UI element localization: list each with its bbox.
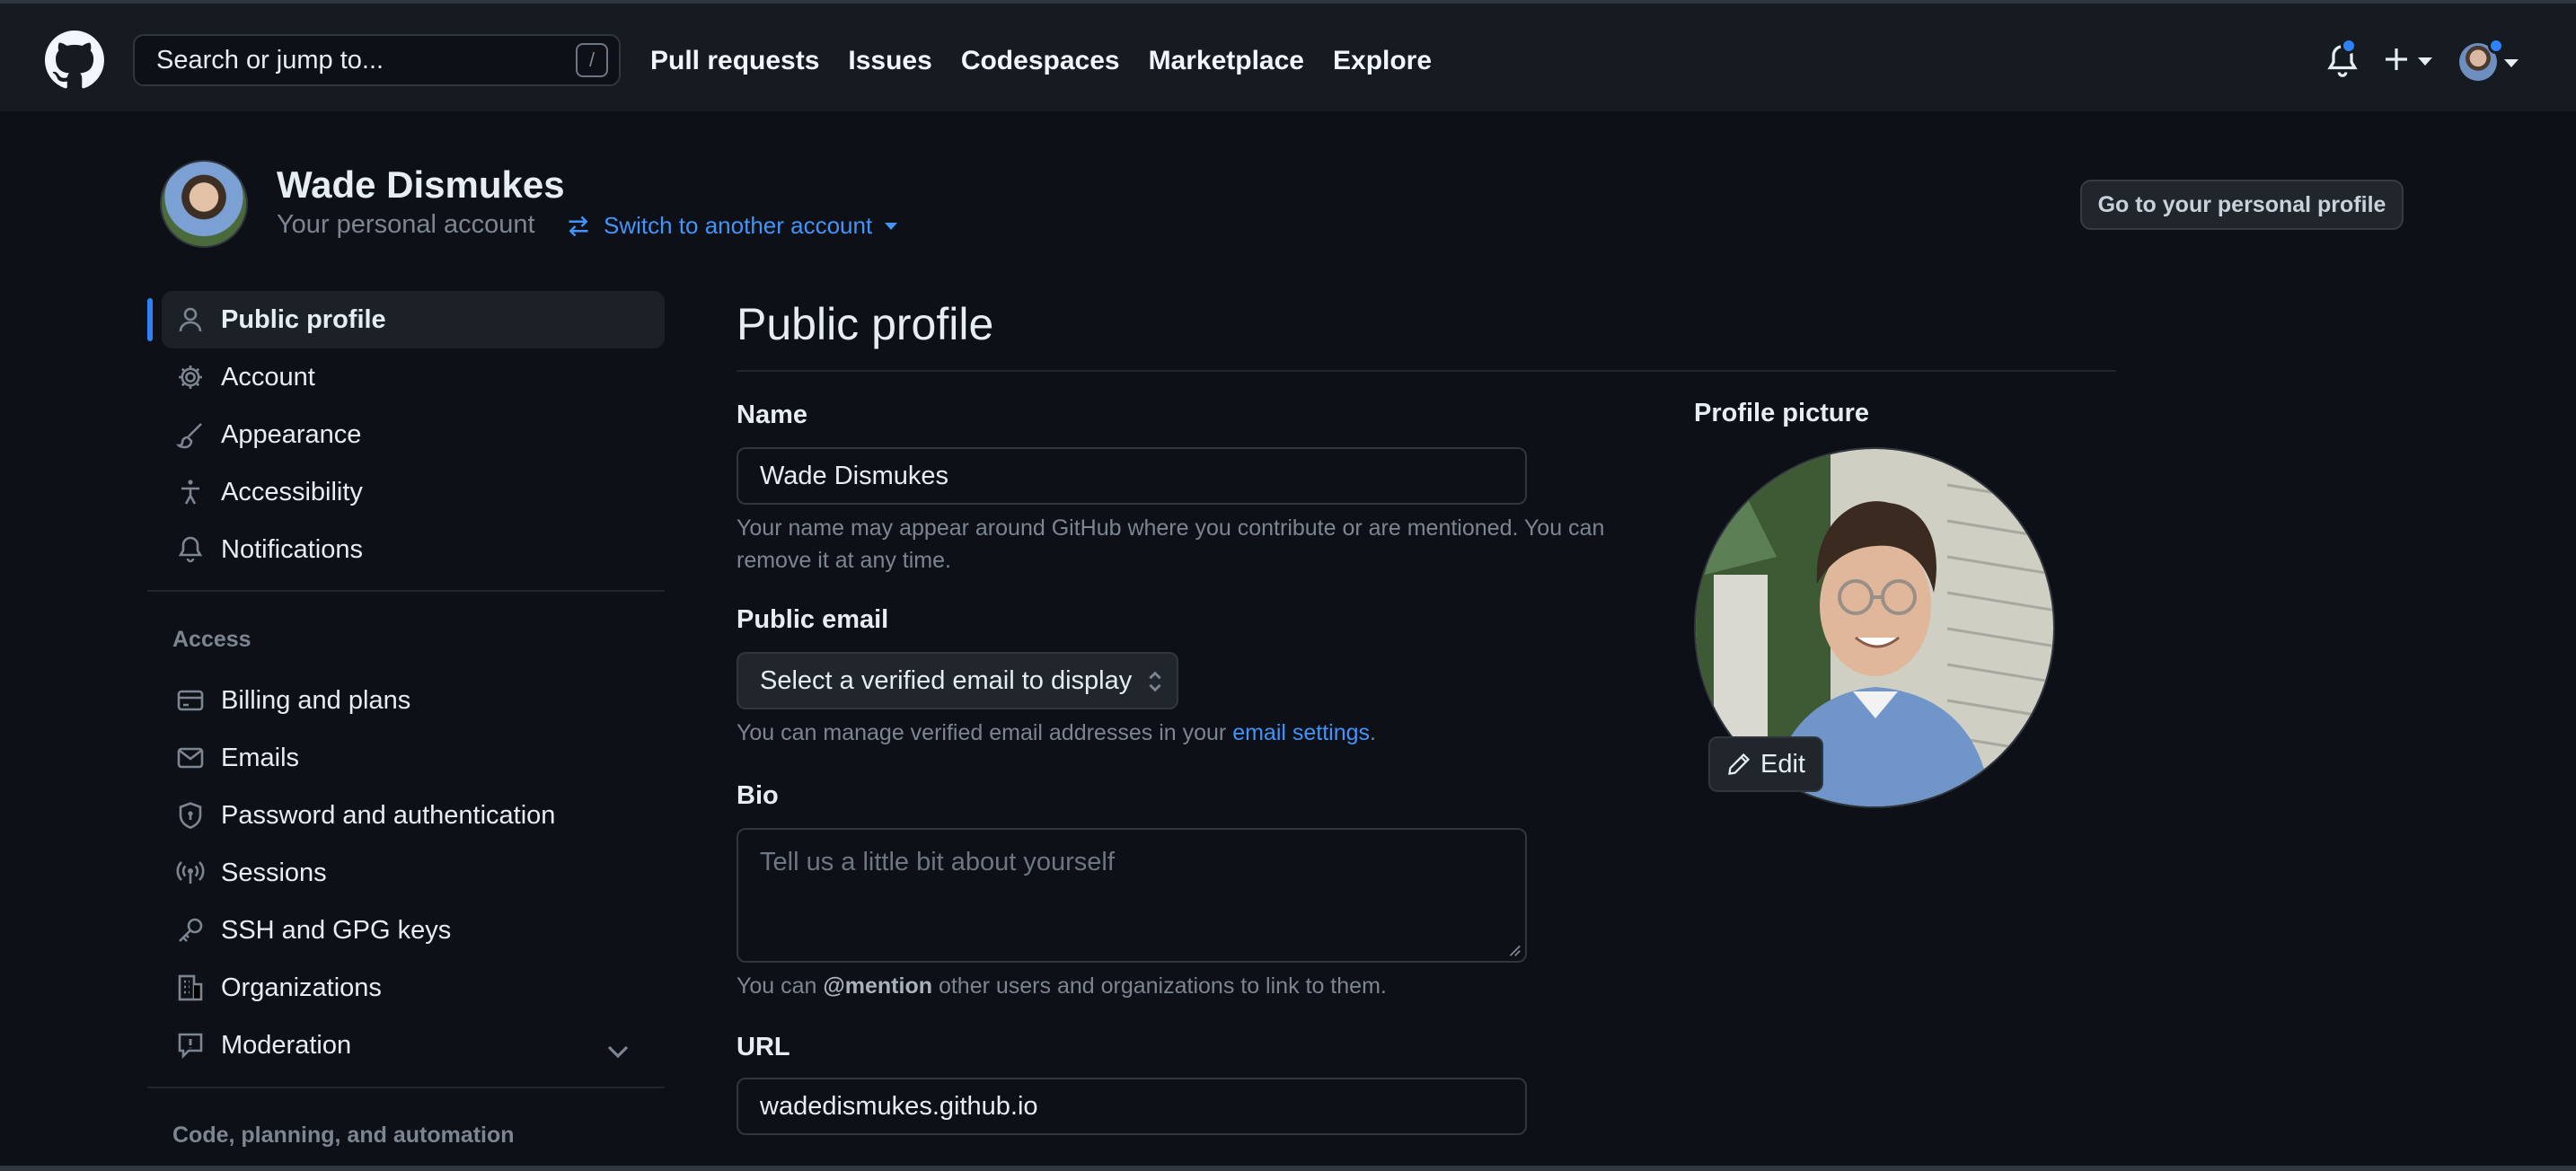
- sidebar-item-label: Billing and plans: [221, 685, 411, 715]
- user-menu[interactable]: [2459, 38, 2519, 83]
- key-icon: [179, 918, 203, 942]
- sidebar-item-label: Public profile: [221, 304, 386, 334]
- credit-card-icon: [177, 690, 204, 711]
- sidebar-item-label: Sessions: [221, 858, 327, 887]
- title-divider: [737, 370, 2116, 372]
- sidebar-item-label: Account: [221, 362, 315, 392]
- go-to-profile-button[interactable]: Go to your personal profile: [2080, 180, 2404, 230]
- account-avatar: [160, 160, 248, 248]
- sidebar-item-label: Notifications: [221, 534, 363, 564]
- search-input[interactable]: Search or jump to... /: [133, 34, 621, 86]
- sidebar-item-appearance[interactable]: Appearance: [162, 406, 665, 463]
- sidebar-item-moderation[interactable]: Moderation: [162, 1017, 665, 1074]
- chevron-down-icon: [2418, 57, 2432, 66]
- unread-indicator: [2341, 38, 2357, 54]
- bio-placeholder: Tell us a little bit about yourself: [760, 848, 1115, 876]
- global-header: Search or jump to... / Pull requests Iss…: [0, 0, 2576, 111]
- public-email-selected: Select a verified email to display: [760, 666, 1133, 695]
- sidebar-item-organizations[interactable]: Organizations: [162, 959, 665, 1017]
- sidebar-item-billing[interactable]: Billing and plans: [162, 672, 665, 729]
- sidebar-item-label: SSH and GPG keys: [221, 915, 452, 945]
- window-bottom-edge: [0, 1166, 2576, 1171]
- bio-note-mention: @mention: [823, 973, 932, 999]
- paintbrush-icon: [176, 423, 202, 449]
- public-email-label: Public email: [737, 605, 889, 634]
- sidebar-item-password[interactable]: Password and authentication: [162, 787, 665, 844]
- nav-issues[interactable]: Issues: [848, 40, 931, 83]
- sidebar-divider: [147, 1087, 665, 1088]
- url-label: URL: [737, 1033, 790, 1061]
- sidebar-item-label: Organizations: [221, 973, 382, 1002]
- email-settings-link[interactable]: email settings: [1232, 720, 1370, 745]
- switch-account-link[interactable]: Switch to another account: [566, 212, 898, 240]
- sidebar-item-label: Emails: [221, 743, 300, 772]
- status-indicator: [2488, 38, 2504, 54]
- chevron-down-icon: [2504, 59, 2519, 67]
- sidebar-item-notifications[interactable]: Notifications: [162, 521, 665, 578]
- plus-icon: [2386, 48, 2407, 70]
- public-email-help-text: You can manage verified email addresses …: [737, 717, 1376, 749]
- profile-picture-label: Profile picture: [1694, 399, 1869, 427]
- create-new-menu[interactable]: [2382, 40, 2436, 79]
- search-placeholder: Search or jump to...: [156, 46, 384, 75]
- nav-pull-requests[interactable]: Pull requests: [650, 40, 819, 83]
- sidebar-divider: [147, 590, 665, 592]
- search-shortcut-badge: /: [576, 43, 608, 77]
- gear-icon: [179, 365, 202, 389]
- name-help-text: Your name may appear around GitHub where…: [737, 512, 1604, 577]
- github-logo-icon[interactable]: [45, 31, 104, 90]
- sidebar-item-accessibility[interactable]: Accessibility: [162, 463, 665, 521]
- edit-picture-label: Edit: [1760, 749, 1805, 779]
- nav-explore[interactable]: Explore: [1333, 40, 1432, 83]
- shield-lock-icon: [179, 802, 202, 829]
- bio-help-text: You can @mention other users and organiz…: [737, 970, 1387, 1002]
- nav-codespaces[interactable]: Codespaces: [961, 40, 1120, 83]
- active-indicator: [147, 298, 153, 341]
- sidebar-item-account[interactable]: Account: [162, 348, 665, 406]
- url-field[interactable]: wadedismukes.github.io: [737, 1078, 1527, 1135]
- bio-note-prefix: You can: [737, 973, 824, 999]
- name-help-line-2: remove it at any time.: [737, 548, 951, 573]
- sidebar-item-label: Password and authentication: [221, 800, 556, 830]
- sidebar-heading-code: Code, planning, and automation: [172, 1123, 515, 1148]
- sidebar-item-public-profile[interactable]: Public profile: [162, 291, 665, 348]
- sidebar-item-label: Appearance: [221, 419, 362, 449]
- organization-icon: [178, 974, 203, 1001]
- bell-icon: [178, 536, 203, 563]
- chevron-down-icon[interactable]: [604, 1036, 632, 1065]
- email-note-suffix: .: [1370, 720, 1376, 745]
- sidebar-item-label: Accessibility: [221, 477, 363, 506]
- sidebar-heading-access: Access: [172, 627, 251, 652]
- bio-label: Bio: [737, 781, 779, 810]
- sidebar-item-ssh-gpg-keys[interactable]: SSH and GPG keys: [162, 902, 665, 959]
- global-nav: Pull requests Issues Codespaces Marketpl…: [650, 40, 1432, 83]
- pencil-icon: [1728, 753, 1751, 775]
- person-icon: [179, 307, 202, 332]
- sidebar-item-emails[interactable]: Emails: [162, 729, 665, 787]
- bio-textarea[interactable]: Tell us a little bit about yourself: [737, 828, 1527, 963]
- account-name: Wade Dismukes: [277, 163, 565, 206]
- public-email-select[interactable]: Select a verified email to display: [737, 652, 1178, 709]
- name-label: Name: [737, 401, 807, 429]
- accessibility-icon: [181, 480, 199, 505]
- page-title: Public profile: [737, 299, 994, 349]
- select-arrows-icon: [1149, 671, 1161, 692]
- resize-handle-icon[interactable]: [1505, 941, 1522, 957]
- nav-marketplace[interactable]: Marketplace: [1149, 40, 1304, 83]
- sidebar-item-sessions[interactable]: Sessions: [162, 844, 665, 902]
- sidebar-item-label: Moderation: [221, 1030, 352, 1060]
- edit-picture-button[interactable]: Edit: [1708, 736, 1823, 792]
- email-note-prefix: You can manage verified email addresses …: [737, 720, 1233, 745]
- chevron-down-icon: [885, 222, 898, 230]
- mail-icon: [177, 747, 204, 769]
- name-help-line-1: Your name may appear around GitHub where…: [737, 515, 1605, 541]
- switch-account-label: Switch to another account: [604, 212, 873, 239]
- report-icon: [178, 1033, 203, 1060]
- bio-note-suffix: other users and organizations to link to…: [932, 973, 1387, 999]
- name-field[interactable]: Wade Dismukes: [737, 447, 1527, 505]
- account-subtitle: Your personal account: [277, 210, 535, 239]
- broadcast-icon: [176, 861, 205, 884]
- arrow-switch-icon: [569, 216, 588, 236]
